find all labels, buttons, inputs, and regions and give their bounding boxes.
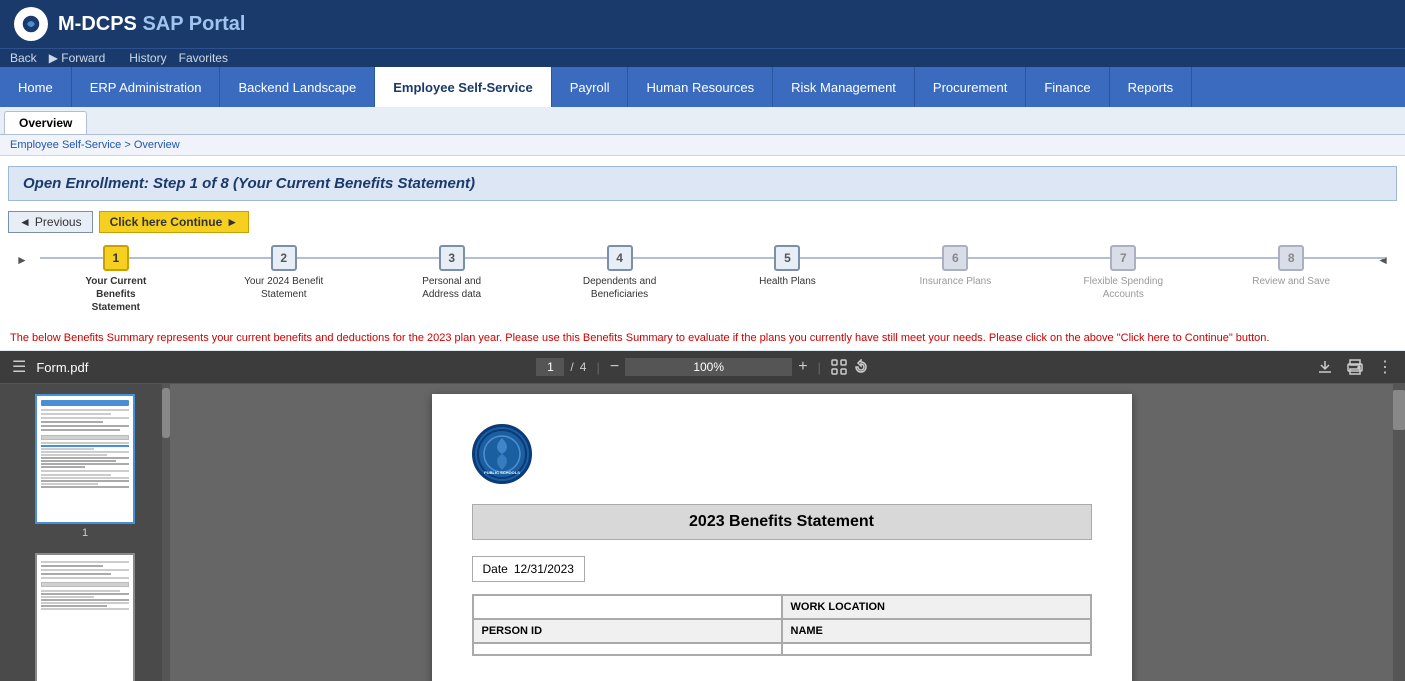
continue-arrow-icon: ► — [226, 215, 238, 229]
nav-forward[interactable]: ▶ Forward — [49, 51, 118, 65]
menu-item-finance[interactable]: Finance — [1026, 67, 1109, 107]
step-label-1: Your Current Benefits Statement — [71, 275, 161, 314]
tab-overview[interactable]: Overview — [4, 111, 87, 134]
step-label-3: Personal and Address data — [407, 275, 497, 301]
step-label-5: Health Plans — [759, 275, 816, 288]
pdf-logo-row: PUBLIC SCHOOLS — [472, 424, 1092, 484]
wizard-step-3[interactable]: 3 Personal and Address data — [368, 245, 536, 301]
pdf-thumbnails-panel: 1 — [0, 384, 170, 681]
pdf-work-location-header: WORK LOCATION — [782, 595, 1091, 619]
breadcrumb-overview: Overview — [134, 139, 180, 151]
menu-item-procurement[interactable]: Procurement — [915, 67, 1026, 107]
nav-history[interactable]: History — [129, 51, 166, 65]
pdf-thumbnail-1[interactable]: 1 — [35, 394, 135, 539]
menu-item-hr[interactable]: Human Resources — [628, 67, 773, 107]
continue-button[interactable]: Click here Continue ► — [99, 211, 250, 233]
section-title: Open Enrollment: Step 1 of 8 (Your Curre… — [8, 166, 1397, 201]
wizard-step-2[interactable]: 2 Your 2024 Benefit Statement — [200, 245, 368, 301]
pdf-main-scrollbar[interactable] — [1393, 384, 1405, 681]
pdf-toolbar: ☰ Form.pdf / 4 | − + | — [0, 351, 1405, 384]
pdf-name-value — [782, 643, 1091, 655]
nav-buttons: ◄ Previous Click here Continue ► — [0, 207, 1405, 237]
step-circle-3: 3 — [439, 245, 465, 271]
main-menu: Home ERP Administration Backend Landscap… — [0, 67, 1405, 107]
pdf-benefits-title: 2023 Benefits Statement — [472, 504, 1092, 540]
pdf-fit-button[interactable] — [831, 359, 847, 375]
pdf-more-options-button[interactable]: ⋮ — [1377, 357, 1393, 377]
app-title: M-DCPS SAP Portal — [58, 13, 245, 36]
pdf-date-box: Date 12/31/2023 — [472, 556, 585, 582]
pdf-person-id-value — [473, 643, 782, 655]
wizard-step-6[interactable]: 6 Insurance Plans — [871, 245, 1039, 288]
pdf-menu-icon[interactable]: ☰ — [12, 357, 26, 377]
pdf-filename: Form.pdf — [36, 360, 88, 375]
breadcrumb: Employee Self-Service > Overview — [0, 135, 1405, 156]
warning-message: The below Benefits Summary represents yo… — [0, 326, 1405, 351]
wizard-step-7[interactable]: 7 Flexible Spending Accounts — [1039, 245, 1207, 301]
menu-item-payroll[interactable]: Payroll — [552, 67, 629, 107]
pdf-thumbnail-2[interactable]: 2 — [35, 553, 135, 681]
pdf-org-logo: PUBLIC SCHOOLS — [472, 424, 532, 484]
menu-item-erp[interactable]: ERP Administration — [72, 67, 221, 107]
step-label-6: Insurance Plans — [920, 275, 992, 288]
pdf-zoom-out-button[interactable]: − — [610, 358, 619, 376]
pdf-date-value: 12/31/2023 — [514, 562, 574, 576]
pdf-download-button[interactable] — [1317, 359, 1333, 375]
wizard-step-5[interactable]: 5 Health Plans — [704, 245, 872, 288]
wizard-step-1[interactable]: 1 Your Current Benefits Statement — [32, 245, 200, 314]
step-wizard: ► 1 Your Current Benefits Statement 2 Yo… — [0, 237, 1405, 326]
tab-bar: Overview — [0, 107, 1405, 135]
nav-back[interactable]: Back — [10, 51, 37, 65]
top-bar: M-DCPS SAP Portal — [0, 0, 1405, 48]
pdf-zoom-input[interactable] — [625, 358, 792, 376]
step-circle-7: 7 — [1110, 245, 1136, 271]
pdf-thumb-num-1: 1 — [82, 527, 88, 539]
pdf-empty-cell-1 — [473, 595, 782, 619]
step-circle-4: 4 — [607, 245, 633, 271]
step-label-7: Flexible Spending Accounts — [1078, 275, 1168, 301]
menu-item-backend[interactable]: Backend Landscape — [220, 67, 375, 107]
pdf-main-content: PUBLIC SCHOOLS 2023 Benefits Statement D… — [170, 384, 1393, 681]
pdf-page: PUBLIC SCHOOLS 2023 Benefits Statement D… — [432, 394, 1132, 681]
step-label-4: Dependents and Beneficiaries — [575, 275, 665, 301]
pdf-viewer: ☰ Form.pdf / 4 | − + | — [0, 351, 1405, 681]
pdf-person-id-header: PERSON ID — [473, 619, 782, 643]
previous-button[interactable]: ◄ Previous — [8, 211, 93, 233]
step-label-2: Your 2024 Benefit Statement — [239, 275, 329, 301]
breadcrumb-ess[interactable]: Employee Self-Service — [10, 139, 121, 151]
step-circle-2: 2 — [271, 245, 297, 271]
step-label-8: Review and Save — [1252, 275, 1330, 288]
step-circle-6: 6 — [942, 245, 968, 271]
app-logo — [14, 7, 48, 41]
pdf-info-grid: WORK LOCATION PERSON ID NAME — [472, 594, 1092, 656]
pdf-rotate-button[interactable] — [853, 359, 869, 375]
menu-item-ess[interactable]: Employee Self-Service — [375, 67, 551, 107]
menu-item-home[interactable]: Home — [0, 67, 72, 107]
step-circle-8: 8 — [1278, 245, 1304, 271]
pdf-zoom-in-button[interactable]: + — [798, 358, 807, 376]
step-circle-1: 1 — [103, 245, 129, 271]
pdf-total-pages: 4 — [580, 360, 587, 374]
svg-text:PUBLIC SCHOOLS: PUBLIC SCHOOLS — [484, 470, 520, 475]
pdf-print-button[interactable] — [1347, 359, 1363, 375]
pdf-date-label: Date — [483, 562, 508, 576]
pdf-body: 1 — [0, 384, 1405, 681]
pdf-page-input[interactable] — [536, 358, 564, 376]
step-circle-5: 5 — [774, 245, 800, 271]
previous-arrow-icon: ◄ — [19, 215, 31, 229]
menu-item-risk[interactable]: Risk Management — [773, 67, 915, 107]
pdf-name-header: NAME — [782, 619, 1091, 643]
menu-item-reports[interactable]: Reports — [1110, 67, 1193, 107]
nav-bar: Back ▶ Forward History Favorites — [0, 48, 1405, 67]
pdf-thumb-img-2 — [35, 553, 135, 681]
wizard-step-4[interactable]: 4 Dependents and Beneficiaries — [536, 245, 704, 301]
pdf-date-row: Date 12/31/2023 — [472, 556, 1092, 582]
pdf-thumb-img-1 — [35, 394, 135, 524]
nav-favorites[interactable]: Favorites — [179, 51, 228, 65]
wizard-step-8[interactable]: 8 Review and Save — [1207, 245, 1375, 288]
